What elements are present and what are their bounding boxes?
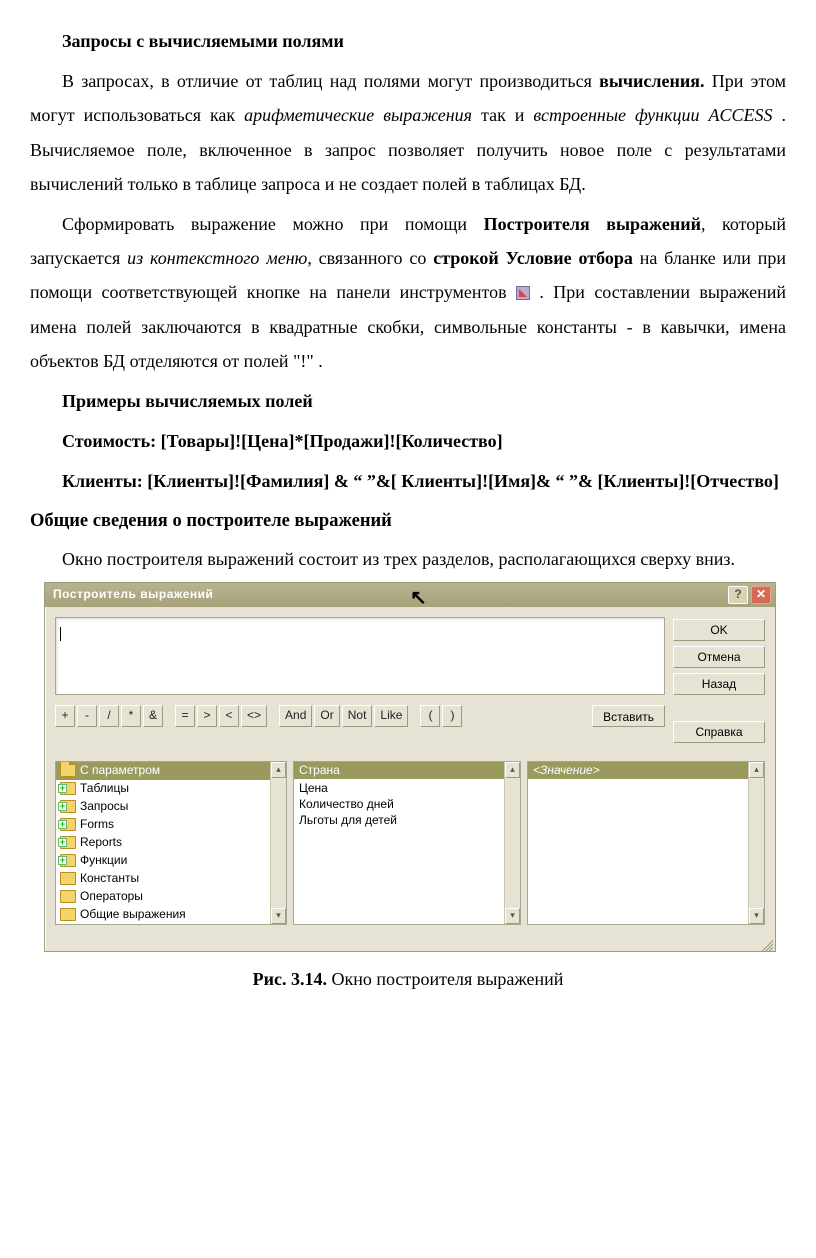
back-button[interactable]: Назад: [673, 673, 765, 695]
fields-list: Цена Количество дней Льготы для детей: [294, 779, 520, 829]
titlebar[interactable]: Построитель выражений ↖ ? ✕: [45, 583, 775, 607]
folder-icon: +: [60, 854, 76, 867]
text-caret-icon: [60, 627, 61, 641]
text: Сформировать выражение можно при помощи: [62, 214, 484, 234]
text-italic: из контекстного меню: [127, 248, 307, 268]
values-header[interactable]: <Значение>: [528, 762, 764, 779]
expand-plus-icon: +: [58, 820, 67, 829]
resize-grip-icon: [759, 937, 773, 951]
expand-plus-icon: +: [58, 838, 67, 847]
category-browser: С параметром+Таблицы+Запросы+Forms+Repor…: [55, 761, 765, 925]
op-eq[interactable]: =: [175, 705, 195, 727]
expand-plus-icon: +: [58, 856, 67, 865]
op-or[interactable]: Or: [314, 705, 339, 727]
folder-icon: +: [60, 782, 76, 795]
examples-heading: Примеры вычисляемых полей: [30, 384, 786, 418]
folder-icon: +: [60, 800, 76, 813]
folder-open-icon: [60, 764, 76, 777]
text: , связанного со: [307, 248, 433, 268]
help-ref-button[interactable]: Справка: [673, 721, 765, 743]
text: так и: [472, 105, 533, 125]
scroll-down-icon[interactable]: ▾: [271, 908, 286, 924]
folder-icon: +: [60, 818, 76, 831]
ok-button[interactable]: OK: [673, 619, 765, 641]
op-lt[interactable]: <: [219, 705, 239, 727]
insert-button[interactable]: Вставить: [592, 705, 665, 727]
op-lparen[interactable]: (: [420, 705, 440, 727]
op-div[interactable]: /: [99, 705, 119, 727]
op-minus[interactable]: -: [77, 705, 97, 727]
scroll-down-icon[interactable]: ▾: [749, 908, 764, 924]
cancel-button[interactable]: Отмена: [673, 646, 765, 668]
resize-grip[interactable]: [45, 937, 775, 951]
text-bold: Построителя выражений: [484, 214, 701, 234]
left-area: + - / * & = > < <> And Or Not Like (: [55, 617, 665, 743]
expand-plus-icon: +: [58, 802, 67, 811]
op-plus[interactable]: +: [55, 705, 75, 727]
scrollbar[interactable]: ▴ ▾: [504, 762, 520, 924]
scrollbar[interactable]: ▴ ▾: [748, 762, 764, 924]
field-item[interactable]: Льготы для детей: [299, 812, 515, 828]
text-bold: вычисления.: [599, 71, 704, 91]
folder-icon: +: [60, 836, 76, 849]
folder-icon: [60, 890, 76, 903]
text-bold: строкой Условие отбора: [433, 248, 633, 268]
scroll-up-icon[interactable]: ▴: [271, 762, 286, 778]
scroll-up-icon[interactable]: ▴: [505, 762, 520, 778]
figure-caption: Рис. 3.14. Окно построителя выражений: [30, 962, 786, 996]
op-amp[interactable]: &: [143, 705, 163, 727]
op-not[interactable]: Not: [342, 705, 373, 727]
operator-toolbar: + - / * & = > < <> And Or Not Like (: [55, 705, 665, 727]
builder-toolbar-icon: [516, 286, 530, 300]
op-and[interactable]: And: [279, 705, 312, 727]
op-like[interactable]: Like: [374, 705, 408, 727]
op-mul[interactable]: *: [121, 705, 141, 727]
expression-input[interactable]: [55, 617, 665, 695]
text: В запросах, в отличие от таблиц над поля…: [62, 71, 599, 91]
field-item[interactable]: Цена: [299, 780, 515, 796]
heading-calc-fields: Запросы с вычисляемыми полями: [30, 24, 786, 58]
paragraph-1: В запросах, в отличие от таблиц над поля…: [30, 64, 786, 201]
help-button[interactable]: ?: [728, 586, 748, 604]
window-title: Построитель выражений: [53, 583, 213, 606]
example-1: Стоимость: [Товары]![Цена]*[Продажи]![Ко…: [30, 424, 786, 458]
text-italic: арифметические выражения: [244, 105, 472, 125]
titlebar-buttons: ? ✕: [728, 586, 771, 604]
scroll-down-icon[interactable]: ▾: [505, 908, 520, 924]
op-rparen[interactable]: ): [442, 705, 462, 727]
document-body: Запросы с вычисляемыми полями В запросах…: [30, 24, 786, 996]
scroll-up-icon[interactable]: ▴: [749, 762, 764, 778]
values-pane[interactable]: <Значение> ▴ ▾: [527, 761, 765, 925]
op-neq[interactable]: <>: [241, 705, 267, 727]
example-2: Клиенты: [Клиенты]![Фамилия] & “ ”&[ Кли…: [30, 464, 786, 498]
window-body: + - / * & = > < <> And Or Not Like (: [45, 607, 775, 753]
category-label: Общие выражения: [80, 903, 186, 924]
fields-pane[interactable]: Страна Цена Количество дней Льготы для д…: [293, 761, 521, 925]
dialog-buttons: OK Отмена Назад Справка: [673, 617, 765, 743]
paragraph-2: Сформировать выражение можно при помощи …: [30, 207, 786, 378]
expand-plus-icon: +: [58, 784, 67, 793]
caption-text: Окно построителя выражений: [327, 969, 563, 989]
folder-icon: [60, 872, 76, 885]
text-italic: встроенные функции ACCESS: [533, 105, 781, 125]
fields-header[interactable]: Страна: [294, 762, 520, 779]
expression-builder-window: Построитель выражений ↖ ? ✕ + - / * &: [44, 582, 776, 952]
heading-builder-overview: Общие сведения о построителе выражений: [30, 504, 786, 539]
scrollbar[interactable]: ▴ ▾: [270, 762, 286, 924]
close-button[interactable]: ✕: [751, 586, 771, 604]
category-item[interactable]: Общие выражения: [56, 906, 286, 924]
categories-pane[interactable]: С параметром+Таблицы+Запросы+Forms+Repor…: [55, 761, 287, 925]
field-item[interactable]: Количество дней: [299, 796, 515, 812]
caption-number: Рис. 3.14.: [253, 969, 327, 989]
paragraph-3: Окно построителя выражений состоит из тр…: [30, 542, 786, 576]
op-gt[interactable]: >: [197, 705, 217, 727]
folder-icon: [60, 908, 76, 921]
cursor-icon: ↖: [410, 579, 427, 617]
